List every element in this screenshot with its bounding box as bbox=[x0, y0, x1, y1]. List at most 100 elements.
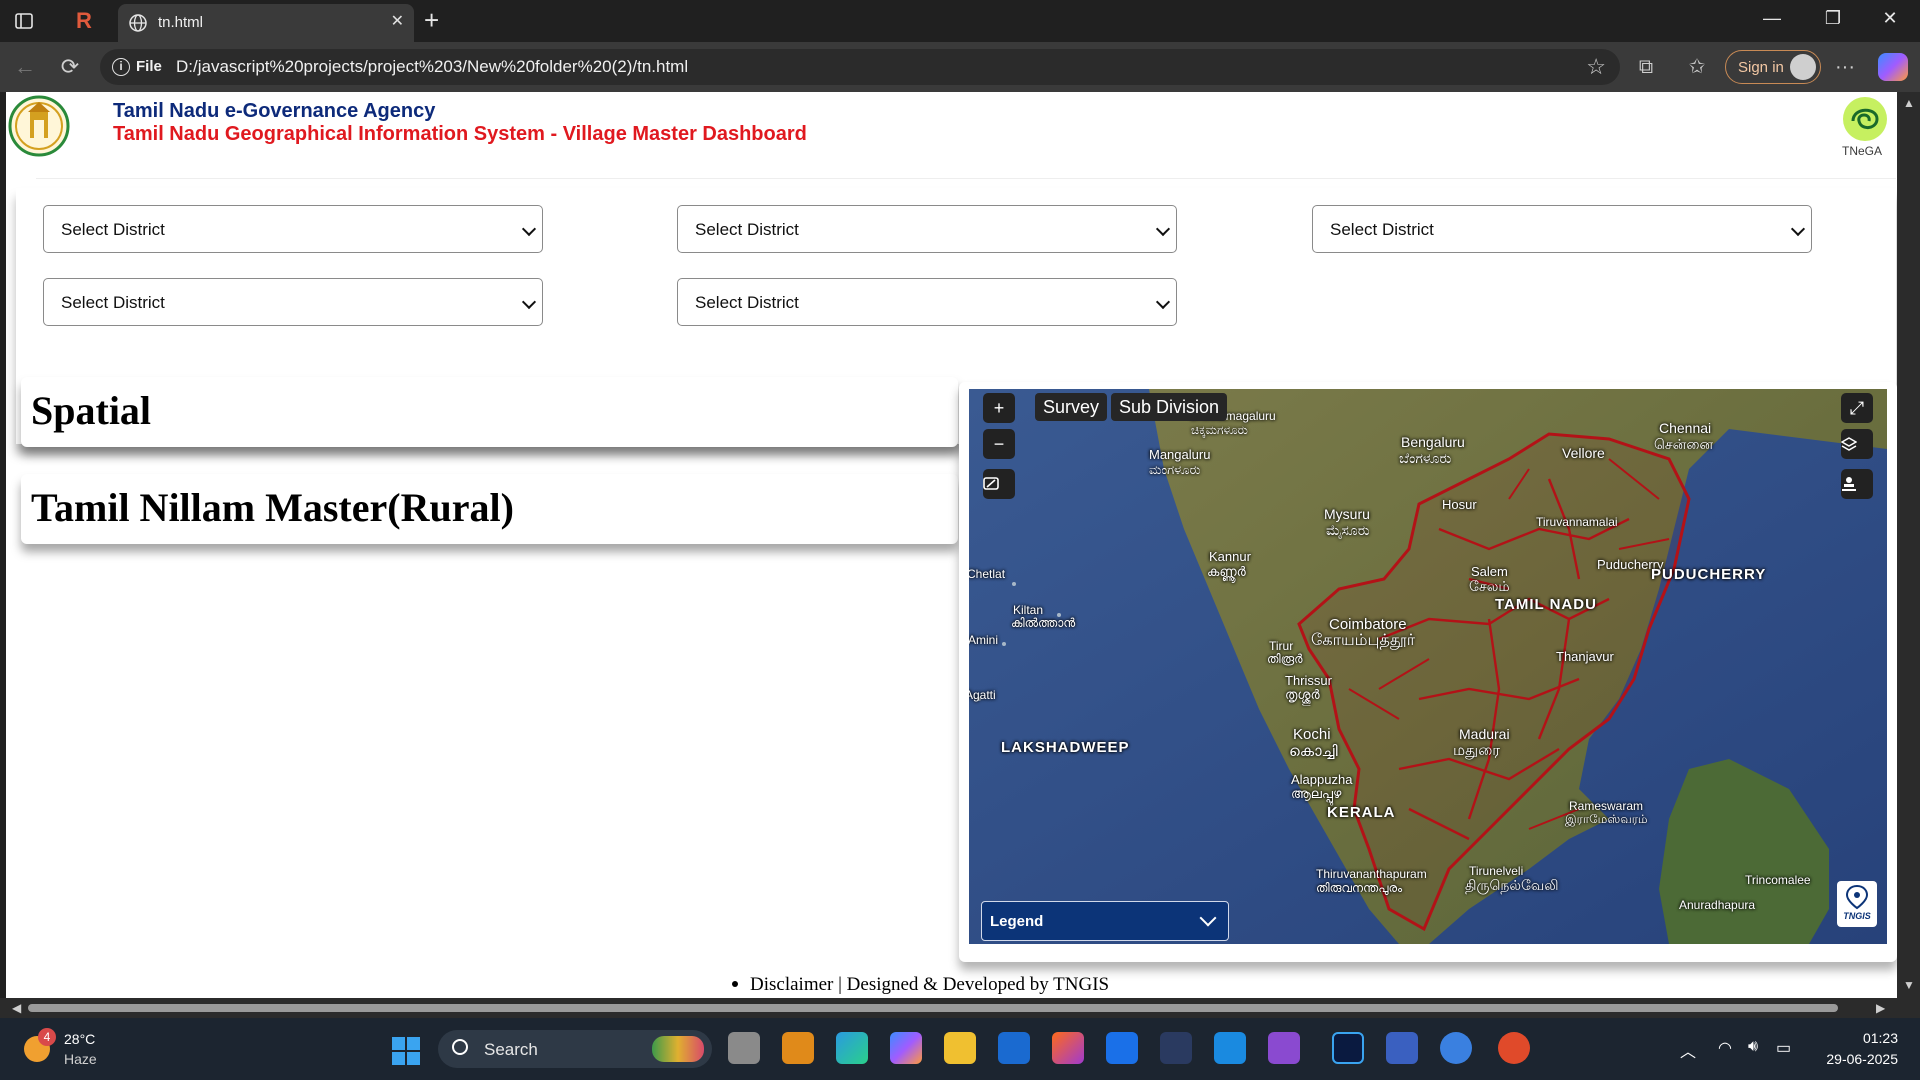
sublime-text-icon[interactable] bbox=[782, 1032, 814, 1064]
copilot-app-icon[interactable] bbox=[890, 1032, 922, 1064]
outlook-icon[interactable] bbox=[998, 1032, 1030, 1064]
url-text[interactable]: D:/javascript%20projects/project%203/New… bbox=[176, 57, 688, 77]
scroll-down-icon[interactable]: ▼ bbox=[1903, 978, 1915, 992]
url-scheme-label: File bbox=[136, 58, 162, 75]
photoshop-icon[interactable] bbox=[1332, 1032, 1364, 1064]
survey-layer-button[interactable]: Survey bbox=[1035, 393, 1108, 421]
horizontal-scrollbar[interactable]: ◀ ▶ bbox=[0, 998, 1920, 1018]
address-bar: ← ⟳ i File D:/javascript%20projects/proj… bbox=[0, 42, 1920, 92]
select-value: Select District bbox=[61, 293, 165, 312]
map-label: കിൽത്താൻ bbox=[1011, 616, 1076, 630]
map-label: ಮೈಸೂರು bbox=[1326, 522, 1370, 538]
restore-icon[interactable]: ❐ bbox=[1813, 8, 1853, 34]
select-value: Select District bbox=[1330, 220, 1434, 239]
district-select-2[interactable]: Select District bbox=[677, 205, 1177, 253]
tab-actions-icon[interactable] bbox=[6, 7, 42, 35]
map-label: Kannur bbox=[1209, 549, 1251, 564]
legend-dropdown[interactable]: Legend bbox=[981, 901, 1229, 941]
scrollbar-thumb[interactable] bbox=[28, 1004, 1838, 1012]
select-value: Select District bbox=[695, 293, 799, 312]
map-label: கோயம்புத்தூர் bbox=[1311, 632, 1416, 649]
sign-in-label: Sign in bbox=[1738, 59, 1784, 76]
district-select-5[interactable]: Select District bbox=[677, 278, 1177, 326]
footer: Disclaimer | Designed & Developed by TNG… bbox=[732, 974, 1109, 996]
wps-office-icon[interactable] bbox=[1498, 1032, 1530, 1064]
district-select-4[interactable]: Select District bbox=[43, 278, 543, 326]
scroll-up-icon[interactable]: ▲ bbox=[1903, 96, 1915, 110]
pinned-tab-icon[interactable]: R bbox=[66, 7, 102, 35]
subdivision-layer-button[interactable]: Sub Division bbox=[1111, 393, 1228, 421]
clock-date[interactable]: 29-06-2025 bbox=[1818, 1051, 1898, 1067]
dropbox-icon[interactable] bbox=[1106, 1032, 1138, 1064]
map-view[interactable]: Chennai சென்னை Bengaluru ಬೆಂಗಳೂರು Chikka… bbox=[969, 389, 1887, 944]
map-label: ಮಂಗಳೂರು bbox=[1149, 462, 1201, 477]
avatar-icon bbox=[1790, 54, 1816, 80]
chevron-down-icon bbox=[1155, 294, 1171, 310]
jetbrains-icon[interactable] bbox=[1386, 1032, 1418, 1064]
minimize-icon[interactable]: — bbox=[1752, 8, 1792, 34]
battery-icon[interactable]: ▭ bbox=[1776, 1038, 1791, 1058]
wifi-icon[interactable]: ◠ bbox=[1718, 1038, 1732, 1058]
district-select-1[interactable]: Select District bbox=[43, 205, 543, 253]
layers-icon[interactable] bbox=[1841, 429, 1873, 459]
close-window-icon[interactable]: ✕ bbox=[1870, 8, 1910, 34]
refresh-icon[interactable]: ⟳ bbox=[55, 53, 85, 81]
more-menu-icon[interactable]: ··· bbox=[1830, 53, 1860, 81]
map-label: ಬೆಂಗಳೂರು bbox=[1399, 450, 1452, 466]
file-explorer-icon[interactable] bbox=[944, 1032, 976, 1064]
url-field[interactable]: i File D:/javascript%20projects/project%… bbox=[100, 49, 1620, 85]
chevron-down-icon bbox=[1790, 221, 1806, 237]
visual-studio-icon[interactable] bbox=[1268, 1032, 1300, 1064]
district-select-3[interactable]: Select District bbox=[1312, 205, 1812, 253]
tnega-logo-icon bbox=[1843, 97, 1887, 141]
close-tab-icon[interactable]: ✕ bbox=[391, 11, 404, 31]
scroll-left-icon[interactable]: ◀ bbox=[12, 1001, 21, 1015]
map-label: Mysuru bbox=[1324, 506, 1370, 522]
vscode-icon[interactable] bbox=[1214, 1032, 1246, 1064]
show-hidden-icons-icon[interactable]: ︿ bbox=[1680, 1038, 1696, 1062]
map-label: തിരൂർ bbox=[1267, 652, 1303, 666]
volume-icon[interactable]: 🔊︎ bbox=[1748, 1038, 1758, 1056]
back-icon[interactable]: ← bbox=[10, 53, 40, 81]
zoom-out-button[interactable]: − bbox=[983, 429, 1015, 459]
map-label: Chetlat bbox=[969, 567, 1006, 581]
new-tab-button[interactable]: + bbox=[424, 5, 439, 36]
map-label: Amini bbox=[969, 633, 999, 647]
tab-active[interactable]: tn.html ✕ bbox=[118, 4, 414, 42]
map-label: PUDUCHERRY bbox=[1651, 566, 1767, 583]
map-label: Thanjavur bbox=[1556, 649, 1614, 664]
info-icon[interactable]: i bbox=[112, 58, 130, 76]
map-label: LAKSHADWEEP bbox=[1001, 739, 1130, 756]
windows-security-icon[interactable] bbox=[1160, 1032, 1192, 1064]
edge-icon[interactable] bbox=[836, 1032, 868, 1064]
vertical-scrollbar[interactable]: ▲ ▼ bbox=[1897, 92, 1920, 998]
app-store-icon[interactable] bbox=[1440, 1032, 1472, 1064]
scroll-right-icon[interactable]: ▶ bbox=[1876, 1001, 1885, 1015]
task-view-icon[interactable] bbox=[728, 1032, 760, 1064]
map-label: சேலம் bbox=[1469, 578, 1510, 594]
favorite-star-icon[interactable]: ☆ bbox=[1586, 54, 1606, 80]
map-label: ആലപ്പുഴ bbox=[1291, 786, 1342, 801]
start-button[interactable] bbox=[392, 1037, 420, 1065]
zoom-in-button[interactable]: + bbox=[983, 393, 1015, 423]
weather-description: Haze bbox=[64, 1051, 97, 1067]
spatial-card[interactable]: Spatial bbox=[21, 377, 958, 447]
street-view-icon[interactable] bbox=[1841, 469, 1873, 499]
map-label: இராமேஸ்வரம் bbox=[1565, 812, 1648, 826]
extensions-icon[interactable]: ⧉ bbox=[1631, 53, 1661, 81]
favorites-icon[interactable]: ✩ bbox=[1682, 53, 1712, 81]
sign-in-button[interactable]: Sign in bbox=[1725, 50, 1821, 84]
map-label: Tiruvannamalai bbox=[1536, 515, 1618, 529]
firefox-icon[interactable] bbox=[1052, 1032, 1084, 1064]
basemap-toggle-icon[interactable] bbox=[983, 469, 1015, 499]
copilot-icon[interactable] bbox=[1878, 53, 1908, 81]
tab-title: tn.html bbox=[158, 14, 204, 31]
clock-time[interactable]: 01:23 bbox=[1818, 1030, 1898, 1046]
nillam-master-card[interactable]: Tamil Nillam Master(Rural) bbox=[21, 474, 958, 544]
tngis-logo-text: TNGIS bbox=[1843, 911, 1871, 921]
map-label: திருநெல்வேலி bbox=[1465, 877, 1559, 893]
fullscreen-icon[interactable]: ⤢ bbox=[1841, 393, 1873, 423]
taskbar-search[interactable]: Search bbox=[438, 1030, 712, 1068]
notification-badge: 4 bbox=[38, 1028, 56, 1046]
page-title: Tamil Nadu Geographical Information Syst… bbox=[113, 123, 807, 145]
